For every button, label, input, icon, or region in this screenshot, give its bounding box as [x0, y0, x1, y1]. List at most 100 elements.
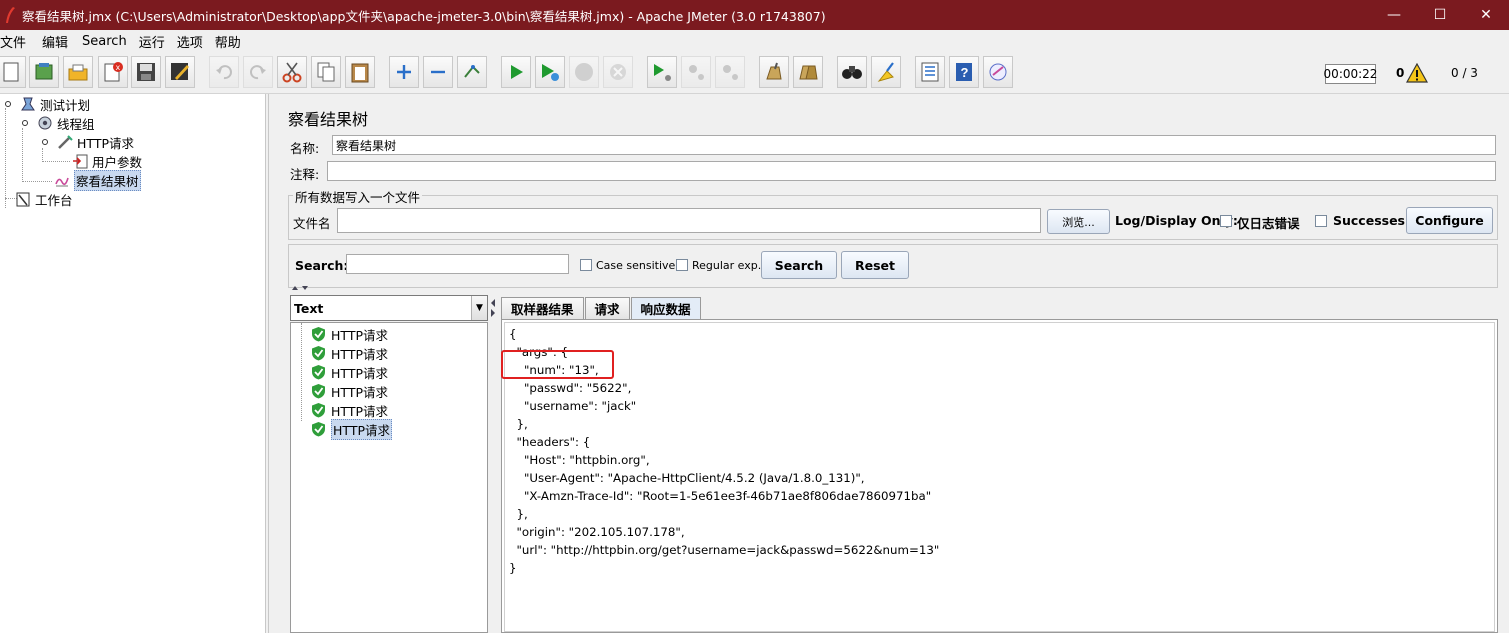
tree-node-view-results-tree[interactable]: 察看结果树 [54, 169, 141, 191]
write-results-legend: 所有数据写入一个文件 [293, 187, 423, 206]
response-line: "X-Amzn-Trace-Id": "Root=1-5e61ee3f-46b7… [509, 489, 932, 503]
search-input[interactable] [346, 254, 569, 274]
highlight-annotation-box [501, 350, 614, 379]
test-plan-icon [20, 96, 36, 112]
user-parameters-icon [72, 153, 88, 169]
errors-only-checkbox[interactable] [1220, 215, 1232, 227]
remote-tools-icon[interactable] [983, 56, 1013, 88]
function-helper-icon[interactable] [915, 56, 945, 88]
undo-icon[interactable] [209, 56, 239, 88]
save-as-icon[interactable] [165, 56, 195, 88]
tree-node-test-plan[interactable]: 测试计划 [0, 95, 90, 113]
cut-icon[interactable] [277, 56, 307, 88]
sample-result-list: HTTP请求 HTTP请求 HTTP请求 HTTP请求 HTTP请求 HTTP请… [290, 322, 488, 633]
browse-button[interactable]: 浏览... [1047, 209, 1110, 234]
close-button[interactable]: ✕ [1463, 0, 1509, 30]
expand-all-icon[interactable] [389, 56, 419, 88]
response-line: { [509, 327, 517, 341]
start-no-pauses-icon[interactable] [535, 56, 565, 88]
close-file-icon[interactable]: x [98, 56, 128, 88]
redo-icon[interactable] [243, 56, 273, 88]
case-sensitive-label: Case sensitive [596, 259, 676, 272]
response-line: }, [509, 417, 528, 431]
warning-icon [1406, 63, 1428, 83]
help-icon[interactable]: ? [949, 56, 979, 88]
paste-icon[interactable] [345, 56, 375, 88]
search-button[interactable]: Search [761, 251, 837, 279]
svg-text:?: ? [961, 65, 969, 80]
remote-exit-icon[interactable] [715, 56, 745, 88]
success-shield-icon [312, 403, 325, 418]
search-label: Search: [295, 258, 349, 273]
reset-search-icon[interactable] [871, 56, 901, 88]
sample-result-item[interactable]: HTTP请求 [311, 382, 388, 400]
minimize-button[interactable]: — [1371, 0, 1417, 30]
start-icon[interactable] [501, 56, 531, 88]
comment-field[interactable] [327, 161, 1496, 181]
clear-icon[interactable] [759, 56, 789, 88]
expand-handle-icon[interactable] [0, 96, 16, 112]
reset-button[interactable]: Reset [841, 251, 909, 279]
renderer-select[interactable]: Text ▼ [290, 295, 488, 321]
case-sensitive-checkbox[interactable] [580, 259, 592, 271]
menu-search[interactable]: Search [82, 34, 133, 49]
result-tabs: 取样器结果 请求 响应数据 [501, 297, 702, 319]
tab-response-data[interactable]: 响应数据 [630, 297, 701, 319]
success-shield-icon [312, 384, 325, 399]
tab-request[interactable]: 请求 [584, 297, 630, 319]
templates-icon[interactable] [29, 56, 59, 88]
successes-checkbox[interactable] [1315, 215, 1327, 227]
toggle-icon[interactable] [457, 56, 487, 88]
open-icon[interactable] [63, 56, 93, 88]
tree-node-user-parameters[interactable]: 用户参数 [72, 152, 142, 170]
sample-result-item[interactable]: HTTP请求 [311, 363, 388, 381]
stop-icon[interactable] [569, 56, 599, 88]
response-line: "url": "http://httpbin.org/get?username=… [509, 543, 940, 557]
name-label: 名称: [290, 141, 320, 156]
results-splitter[interactable] [489, 295, 499, 633]
regex-checkbox[interactable] [676, 259, 688, 271]
remote-stop-icon[interactable] [681, 56, 711, 88]
menu-help[interactable]: 帮助 [215, 32, 247, 51]
maximize-button[interactable]: ☐ [1417, 0, 1463, 30]
sample-result-item-selected[interactable]: HTTP请求 [311, 418, 392, 440]
tree-node-workbench[interactable]: 工作台 [15, 190, 73, 208]
name-field[interactable]: 察看结果树 [332, 135, 1496, 155]
elapsed-time: 00:00:22 [1324, 64, 1377, 84]
menu-options[interactable]: 选项 [177, 32, 209, 51]
expand-handle-icon[interactable] [17, 115, 33, 131]
menu-file[interactable]: 文件 [0, 32, 32, 51]
shutdown-icon[interactable] [603, 56, 633, 88]
save-icon[interactable] [131, 56, 161, 88]
menu-edit[interactable]: 编辑 [42, 32, 74, 51]
filename-field[interactable] [337, 208, 1041, 233]
collapse-all-icon[interactable] [423, 56, 453, 88]
clear-all-icon[interactable] [793, 56, 823, 88]
sample-result-item[interactable]: HTTP请求 [311, 325, 388, 343]
sample-result-item[interactable]: HTTP请求 [311, 344, 388, 362]
split-arrows-icon[interactable] [290, 284, 314, 292]
menu-run[interactable]: 运行 [139, 32, 171, 51]
new-icon[interactable] [0, 56, 26, 88]
filename-label: 文件名 [293, 216, 331, 231]
expand-handle-icon[interactable] [37, 134, 53, 150]
successes-label: Successes [1333, 213, 1405, 228]
response-line: "headers": { [509, 435, 591, 449]
tree-node-thread-group[interactable]: 线程组 [17, 114, 95, 132]
remote-start-icon[interactable] [647, 56, 677, 88]
errors-only-label: 仅日志错误 [1237, 216, 1300, 231]
comment-label: 注释: [290, 167, 320, 182]
tree-splitter[interactable] [268, 94, 276, 633]
svg-text:x: x [116, 63, 121, 72]
sample-result-item[interactable]: HTTP请求 [311, 401, 388, 419]
response-body[interactable]: { "args": { "num": "13", "passwd": "5622… [501, 322, 1495, 632]
configure-button[interactable]: Configure [1406, 207, 1493, 234]
copy-icon[interactable] [311, 56, 341, 88]
tab-sampler-result[interactable]: 取样器结果 [501, 297, 584, 319]
success-shield-icon [312, 422, 325, 437]
active-threads: 0 / 3 [1451, 66, 1478, 80]
chevron-down-icon[interactable]: ▼ [471, 296, 487, 320]
tree-node-http-request[interactable]: HTTP请求 [37, 133, 134, 151]
search-icon[interactable] [837, 56, 867, 88]
title-bar: 察看结果树.jmx (C:\Users\Administrator\Deskto… [0, 0, 1509, 30]
